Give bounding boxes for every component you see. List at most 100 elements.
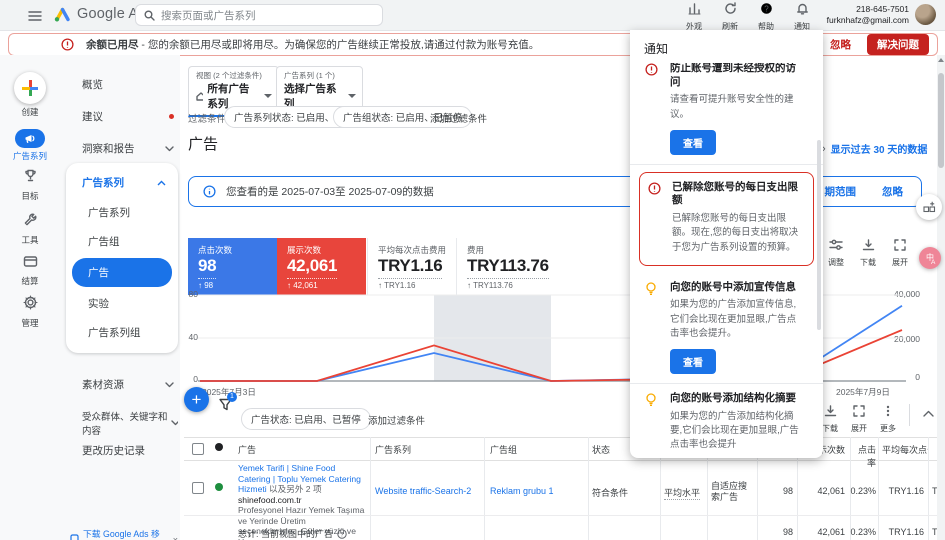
panel-scrollbar[interactable] <box>817 140 821 330</box>
filters-label: 过滤条件 <box>188 111 226 125</box>
row-campaign-link[interactable]: Website traffic-Search-2 <box>375 486 471 496</box>
row-ad-group-link[interactable]: Reklam grubu 1 <box>490 486 554 496</box>
rail-item-billing[interactable]: 结算 <box>0 255 60 287</box>
svg-text:?: ? <box>764 4 769 13</box>
add-filter-button[interactable]: 添加过滤条件 <box>430 111 487 125</box>
highlighted-notification[interactable]: 已解除您账号的每日支出限额 已解除您账号的每日支出限额。现在,您的每日支出将取决… <box>639 172 814 266</box>
navigation-rail: 创建 广告系列 目标 工具 <box>0 55 60 540</box>
metric-card-clicks[interactable]: 点击次数 98 ↑ 98 <box>188 238 277 295</box>
bulb-icon <box>645 393 657 407</box>
sidebar-item-change-history[interactable]: 更改历史记录 <box>82 443 145 458</box>
sidebar-item-assets[interactable]: 素材资源 <box>82 377 174 392</box>
table-expand-button[interactable]: 展开 <box>851 404 867 434</box>
show-30-days-link[interactable]: › 显示过去 30 天的数据 <box>822 141 927 156</box>
appearance-button[interactable]: 外观 <box>676 2 712 32</box>
notification-item[interactable]: 防止账号遭到未经授权的访问 请查看可提升账号安全性的建议。 查看 <box>630 63 823 164</box>
scrollbar-thumb[interactable] <box>938 73 944 168</box>
totals-impressions: 42,061 <box>797 527 845 537</box>
sidebar-item-insights[interactable]: 洞察和报告 <box>82 141 174 156</box>
metric-card-avg-cpc[interactable]: 平均每次点击费用 TRY1.16 ↑ TRY1.16 <box>367 238 456 295</box>
sidebar-item-overview[interactable]: 概览 <box>82 77 103 92</box>
view-button[interactable]: 查看 <box>670 130 716 155</box>
row-clicks: 98 <box>757 486 793 496</box>
svg-text:?: ? <box>340 531 344 538</box>
expand-icon <box>853 405 865 417</box>
create-button[interactable]: 创建 <box>0 72 60 118</box>
sidebar-item-experiments[interactable]: 实验 <box>66 289 178 318</box>
gear-icon <box>23 295 38 310</box>
col-header-status[interactable]: 状态 <box>592 443 610 456</box>
notifications-button[interactable]: 通知 <box>784 2 820 32</box>
table-download-button[interactable]: 下载 <box>822 404 838 434</box>
select-all-checkbox[interactable] <box>192 443 204 455</box>
rail-item-goals[interactable]: 目标 <box>0 168 60 202</box>
info-dismiss-button[interactable]: 忽略 <box>876 183 909 200</box>
status-dot-header[interactable] <box>215 443 223 451</box>
add-to-collection-icon <box>923 201 936 214</box>
download-app-link[interactable]: 下载 Google Ads 移动应用 <box>83 527 167 540</box>
google-ads-logo-icon <box>54 7 71 22</box>
col-header-ad[interactable]: 广告 <box>238 443 256 456</box>
close-icon[interactable]: × <box>173 535 178 540</box>
chart-expand-button[interactable]: 展开 <box>892 238 908 268</box>
row-ctr: 0.23% <box>850 486 876 496</box>
notifications-panel: 通知 防止账号遭到未经授权的访问 请查看可提升账号安全性的建议。 查看 <box>630 30 823 458</box>
header-nav: 外观 刷新 ? 帮助 通知 <box>676 2 820 32</box>
scroll-up-arrow[interactable] <box>938 58 944 62</box>
account-info[interactable]: 218-645-7501 furknhafz@gmail.com <box>827 4 909 26</box>
help-button[interactable]: ? 帮助 <box>748 2 784 32</box>
top-app-bar: Google Ads 搜索页面或广告系列 外观 刷新 <box>0 0 945 31</box>
sidebar-item-audiences[interactable]: 受众群体、关键字和内容 <box>82 409 178 437</box>
view-button[interactable]: 查看 <box>670 349 716 374</box>
tune-icon <box>829 239 843 251</box>
sidebar-item-campaign-groups[interactable]: 广告系列组 <box>66 318 178 347</box>
ad-status-chip[interactable]: 广告状态: 已启用、已暂停 <box>241 408 371 430</box>
chart-adjust-button[interactable]: 调整 <box>828 238 844 268</box>
chart-download-button[interactable]: 下载 <box>860 238 876 268</box>
row-status-dot <box>215 483 223 491</box>
banner-resolve-button[interactable]: 解决问题 <box>867 34 929 55</box>
info-circle-icon[interactable]: ? <box>337 529 347 539</box>
add-fab-button[interactable]: + <box>184 387 209 412</box>
page-scrollbar[interactable] <box>937 55 945 540</box>
avatar[interactable] <box>915 4 936 25</box>
banner-dismiss-button[interactable]: 忽略 <box>824 36 857 53</box>
bulb-icon <box>645 282 657 296</box>
extension-collections-button[interactable] <box>916 194 942 220</box>
col-header-campaign[interactable]: 广告系列 <box>375 443 411 456</box>
search-input[interactable]: 搜索页面或广告系列 <box>135 4 383 26</box>
col-header-avg-cpc[interactable]: 平均每次点击费用 <box>882 443 928 456</box>
translate-extension-button[interactable]: 中 A <box>919 247 941 269</box>
notification-item[interactable]: 向您的账号添加结构化摘要 如果为您的广告添加结构化摘要,它们会比现在更加显眼,广… <box>630 384 823 458</box>
col-header-ad-group[interactable]: 广告组 <box>490 443 517 456</box>
collapse-chevron-icon[interactable] <box>923 410 934 417</box>
table-more-button[interactable]: 更多 <box>880 404 896 434</box>
row-ad-strength[interactable]: 平均水平 <box>664 486 700 500</box>
metric-card-impressions[interactable]: 展示次数 42,061 ↑ 42,061 <box>277 238 366 295</box>
rail-item-tools[interactable]: 工具 <box>0 212 60 246</box>
x-label-end: 2025年7月9日 <box>836 386 890 398</box>
chart-filter-button[interactable]: 1 <box>219 398 232 416</box>
row-checkbox[interactable] <box>192 482 204 494</box>
search-icon <box>144 10 155 21</box>
filter-count-badge: 1 <box>227 392 237 402</box>
chevron-down-icon <box>165 382 174 388</box>
refresh-button[interactable]: 刷新 <box>712 2 748 32</box>
google-ads-app: Google Ads 搜索页面或广告系列 外观 刷新 <box>0 0 945 540</box>
sidebar-item-campaigns[interactable]: 广告系列 <box>66 198 178 227</box>
sidebar-campaigns-header[interactable]: 广告系列 <box>66 169 178 198</box>
sidebar-item-recommendations[interactable]: 建议 <box>82 109 174 124</box>
row-status: 符合条件 <box>592 486 628 499</box>
rail-item-campaigns[interactable]: 广告系列 <box>0 129 60 162</box>
credit-card-icon <box>23 255 38 268</box>
notification-item[interactable]: 向您的账号中添加宣传信息 如果为您的广告添加宣传信息,它们会比现在更加显眼,广告… <box>630 273 823 383</box>
performance-chart[interactable] <box>184 288 940 392</box>
sidebar-item-ad-groups[interactable]: 广告组 <box>66 227 178 256</box>
metric-card-cost[interactable]: 费用 TRY113.76 ↑ TRY113.76 <box>456 238 545 295</box>
rail-item-admin[interactable]: 管理 <box>0 295 60 329</box>
main-menu-icon[interactable] <box>28 9 42 27</box>
account-id: 218-645-7501 <box>827 4 909 15</box>
sidebar-item-ads-selected[interactable]: 广告 <box>72 258 172 287</box>
add-filter-button-2[interactable]: 添加过滤条件 <box>368 413 425 427</box>
bell-icon <box>796 2 809 15</box>
